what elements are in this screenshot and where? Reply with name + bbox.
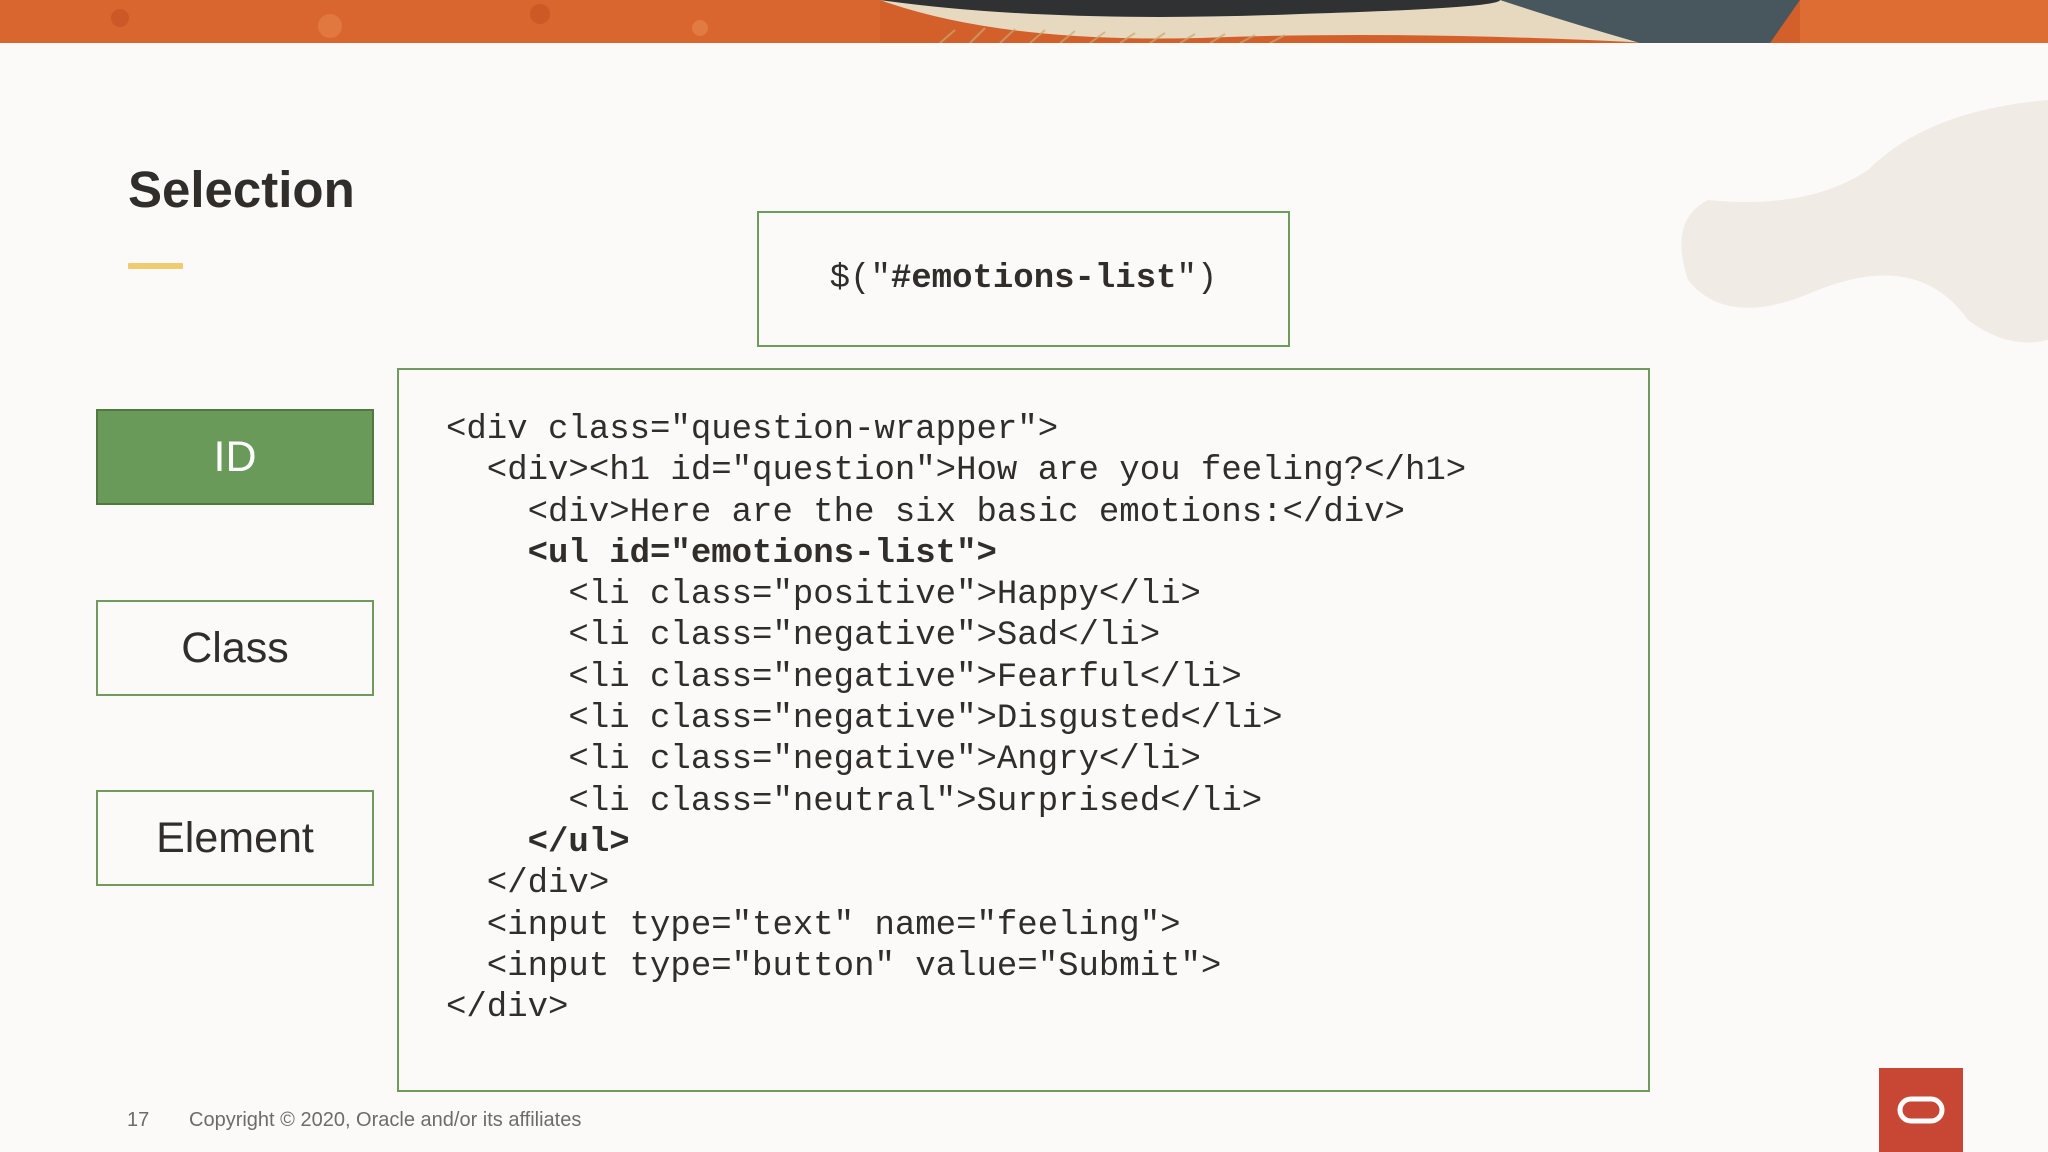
code-line: <div>Here are the six basic emotions:</d… <box>446 493 1405 532</box>
code-line-highlighted: </ul> <box>446 823 630 862</box>
code-line: <li class="negative">Disgusted</li> <box>446 700 1283 739</box>
code-line: <li class="negative">Angry</li> <box>446 741 1201 780</box>
code-line-highlighted: <ul id="emotions-list"> <box>446 534 997 573</box>
copyright-text: Copyright © 2020, Oracle and/or its affi… <box>189 1109 582 1131</box>
oracle-logo-icon <box>1879 1068 1963 1152</box>
oracle-ring-icon <box>1897 1096 1945 1124</box>
selector-prefix: $(" <box>829 260 891 298</box>
id-selection-button[interactable]: ID <box>96 409 374 505</box>
code-line: <input type="text" name="feeling"> <box>446 906 1181 945</box>
html-code-panel: <div class="question-wrapper"> <div><h1 … <box>397 368 1650 1092</box>
code-line: <li class="positive">Happy</li> <box>446 576 1201 615</box>
top-decorative-banner <box>0 0 2048 43</box>
code-line: <li class="negative">Fearful</li> <box>446 658 1242 697</box>
selector-highlight: #emotions-list <box>890 260 1177 298</box>
title-accent-bar <box>128 263 183 269</box>
element-selection-label: Element <box>156 813 314 862</box>
code-line: </div> <box>446 989 569 1028</box>
selector-expression-box: $(" #emotions-list ") <box>757 211 1290 347</box>
slide-title: Selection <box>128 161 355 218</box>
code-line: <li class="neutral">Surprised</li> <box>446 782 1263 821</box>
code-line: <div class="question-wrapper"> <box>446 411 1059 449</box>
decorative-leaf-pattern <box>1681 100 2048 343</box>
code-line: </div> <box>446 865 610 904</box>
banner-artwork <box>0 0 2048 43</box>
class-selection-label: Class <box>181 623 289 672</box>
code-line: <div><h1 id="question">How are you feeli… <box>446 452 1467 491</box>
html-code-block: <div class="question-wrapper"> <div><h1 … <box>446 410 1466 1029</box>
page-number: 17 <box>127 1109 150 1131</box>
element-selection-button[interactable]: Element <box>96 790 374 886</box>
id-selection-label: ID <box>213 432 257 481</box>
code-line: <input type="button" value="Submit"> <box>446 947 1222 986</box>
class-selection-button[interactable]: Class <box>96 600 374 696</box>
selector-suffix: ") <box>1176 260 1218 298</box>
code-line: <li class="negative">Sad</li> <box>446 617 1161 656</box>
